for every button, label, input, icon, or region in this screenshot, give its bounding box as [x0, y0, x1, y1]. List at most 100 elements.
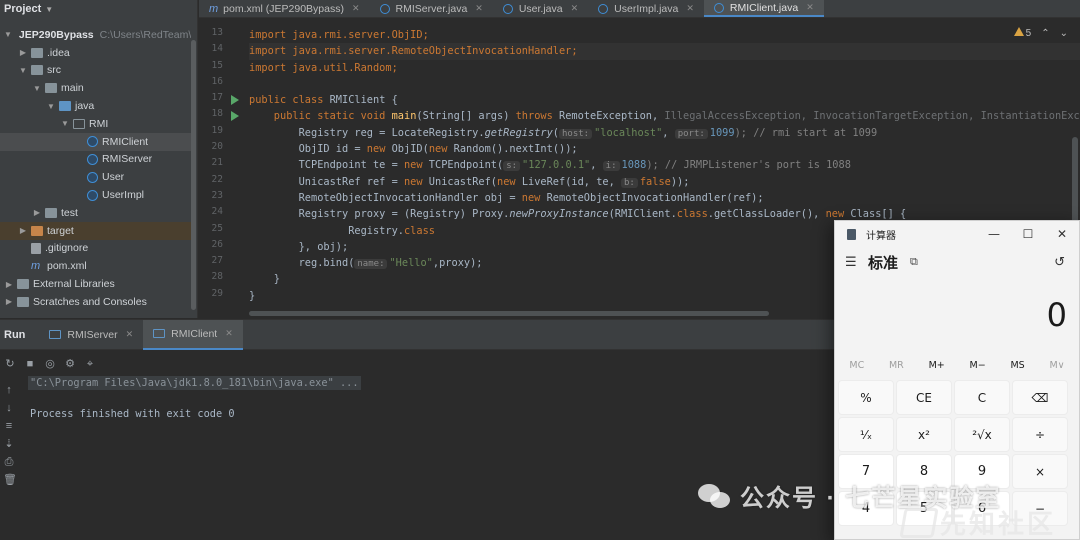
chevron-down-icon[interactable]: ▼ — [32, 84, 42, 93]
clear-entry-button[interactable]: CE — [896, 380, 952, 415]
editor-tabs: m pom.xml (JEP290Bypass) ✕ RMIServer.jav… — [199, 0, 1080, 18]
horizontal-scrollbar[interactable] — [249, 311, 769, 316]
close-icon[interactable]: ✕ — [571, 3, 579, 14]
chevron-right-icon[interactable]: ▶ — [18, 226, 28, 235]
minimize-icon[interactable]: — — [977, 221, 1011, 247]
code-line: ObjID id = new ObjID(new Random().nextIn… — [249, 141, 1080, 157]
chevron-right-icon[interactable]: ▶ — [4, 297, 14, 306]
code-token: ); // JRMPListener's port is 1088 — [646, 159, 851, 172]
tree-item-test[interactable]: ▶ test — [0, 204, 191, 222]
m-plus-button[interactable]: M+ — [929, 360, 945, 371]
tree-item-rmi[interactable]: ▼ RMI — [0, 115, 191, 133]
run-gutter-icon[interactable] — [231, 95, 239, 106]
close-icon[interactable]: ✕ — [1045, 221, 1079, 247]
tab-pom[interactable]: m pom.xml (JEP290Bypass) ✕ — [199, 0, 370, 17]
code-token: class — [676, 208, 708, 221]
arrow-up-icon[interactable]: ↑ — [3, 384, 15, 396]
line-number: 20 — [211, 141, 223, 153]
tab-userimpl[interactable]: UserImpl.java ✕ — [588, 0, 704, 17]
memory-list-button[interactable]: M∨ — [1049, 360, 1064, 371]
camera-icon[interactable]: ◎ — [44, 358, 56, 370]
mc-button[interactable]: MC — [849, 360, 864, 371]
run-gutter-icon[interactable] — [231, 111, 239, 122]
trash-icon[interactable]: 🗑 — [3, 474, 17, 486]
close-icon[interactable]: ✕ — [475, 3, 483, 14]
run-tab-rmiclient[interactable]: RMIClient ✕ — [143, 319, 243, 350]
console-output[interactable]: "C:\Program Files\Java\jdk1.8.0_181\bin\… — [28, 376, 361, 420]
calculator-titlebar[interactable]: 计算器 — ☐ ✕ — [835, 221, 1079, 247]
close-icon[interactable]: ✕ — [126, 329, 134, 340]
chevron-down-icon[interactable]: ▼ — [46, 102, 56, 111]
tree-item-rmiserver[interactable]: RMIServer — [0, 151, 191, 169]
tree-item-java[interactable]: ▼ java — [0, 97, 191, 115]
arrow-down-icon[interactable]: ↓ — [3, 402, 15, 414]
code-token: new — [366, 143, 392, 156]
scroll-to-end-icon[interactable]: ⇣ — [3, 438, 15, 450]
scrollbar[interactable] — [191, 40, 196, 310]
keep-on-top-icon[interactable]: ⧉ — [910, 255, 918, 269]
maximize-icon[interactable]: ☐ — [1011, 221, 1045, 247]
close-icon[interactable]: ✕ — [352, 3, 360, 14]
mr-button[interactable]: MR — [889, 360, 904, 371]
chevron-down-icon[interactable]: ▼ — [4, 30, 12, 39]
chevron-right-icon[interactable]: ▶ — [4, 280, 14, 289]
m-minus-button[interactable]: M− — [970, 360, 986, 371]
run-toolbar: ↻ ■ ◎ ⚙ ⌖ — [0, 354, 110, 374]
tree-item-main[interactable]: ▼ main — [0, 79, 191, 97]
tab-rmiserver[interactable]: RMIServer.java ✕ — [370, 0, 493, 17]
chevron-right-icon[interactable]: ▶ — [18, 48, 28, 57]
tree-item-gitignore[interactable]: .gitignore — [0, 240, 191, 258]
tab-user[interactable]: User.java ✕ — [493, 0, 588, 17]
chevron-right-icon[interactable]: ▶ — [32, 208, 42, 217]
tree-item-user[interactable]: User — [0, 168, 191, 186]
close-icon[interactable]: ✕ — [806, 2, 814, 13]
tree-item-scratches[interactable]: ▶ Scratches and Consoles — [0, 293, 191, 311]
backspace-button[interactable]: ⌫ — [1012, 380, 1068, 415]
percent-button[interactable]: % — [838, 380, 894, 415]
code-token: }, obj); — [249, 240, 349, 253]
source-folder-icon — [59, 101, 71, 112]
square-root-button[interactable]: ²√x — [954, 417, 1010, 452]
run-tab-rmiserver[interactable]: RMIServer ✕ — [39, 320, 143, 350]
pin-icon[interactable]: ⌖ — [84, 358, 96, 370]
reciprocal-button[interactable]: ¹⁄ₓ — [838, 417, 894, 452]
print-icon[interactable]: ⎙ — [3, 456, 15, 468]
ms-button[interactable]: MS — [1010, 360, 1024, 371]
code-token: RMIClient { — [329, 94, 398, 107]
history-icon[interactable]: ↺ — [1054, 255, 1065, 270]
tree-item-target[interactable]: ▶ target — [0, 221, 191, 240]
code-token: ObjID( — [391, 143, 429, 156]
tree-item-label: .idea — [47, 46, 70, 59]
settings-icon[interactable]: ⚙ — [64, 358, 76, 370]
menu-icon[interactable]: ☰ — [845, 255, 858, 270]
tree-item-label: RMI — [89, 117, 109, 130]
close-icon[interactable]: ✕ — [225, 328, 233, 339]
square-button[interactable]: x² — [896, 417, 952, 452]
warning-count[interactable]: 5 — [1013, 27, 1031, 39]
rerun-icon[interactable]: ↻ — [4, 358, 16, 370]
tree-item-userimpl[interactable]: UserImpl — [0, 186, 191, 204]
tree-item-rmiclient[interactable]: RMIClient — [0, 132, 191, 151]
divide-button[interactable]: ÷ — [1012, 417, 1068, 452]
param-hint: host: — [558, 128, 593, 139]
tree-item-pom[interactable]: m pom.xml — [0, 257, 191, 275]
tab-rmiclient[interactable]: RMIClient.java ✕ — [703, 0, 824, 17]
line-number: 21 — [211, 157, 223, 169]
close-icon[interactable]: ✕ — [686, 3, 694, 14]
chevron-down-icon[interactable]: ⌄ — [1060, 28, 1068, 39]
clear-button[interactable]: C — [954, 380, 1010, 415]
tree-item-project-root[interactable]: ▼ JEP290Bypass C:\Users\RedTeam\Des — [0, 26, 191, 44]
line-number: 13 — [211, 27, 223, 38]
inspection-widget[interactable]: 5 ⌃ ⌄ — [1013, 27, 1068, 39]
tree-item-src[interactable]: ▼ src — [0, 62, 191, 80]
tree-item-idea[interactable]: ▶ .idea — [0, 44, 191, 62]
tree-item-external-libraries[interactable]: ▶ External Libraries — [0, 275, 191, 293]
soft-wrap-icon[interactable]: ≡ — [3, 420, 15, 432]
project-panel-header[interactable]: Project ▼ — [0, 0, 197, 18]
chevron-down-icon[interactable]: ▼ — [45, 5, 53, 14]
chevron-down-icon[interactable]: ▼ — [60, 119, 70, 128]
chevron-up-icon[interactable]: ⌃ — [1041, 28, 1049, 39]
stop-icon[interactable]: ■ — [24, 358, 36, 370]
multiply-button[interactable]: × — [1012, 454, 1068, 489]
chevron-down-icon[interactable]: ▼ — [18, 66, 28, 75]
